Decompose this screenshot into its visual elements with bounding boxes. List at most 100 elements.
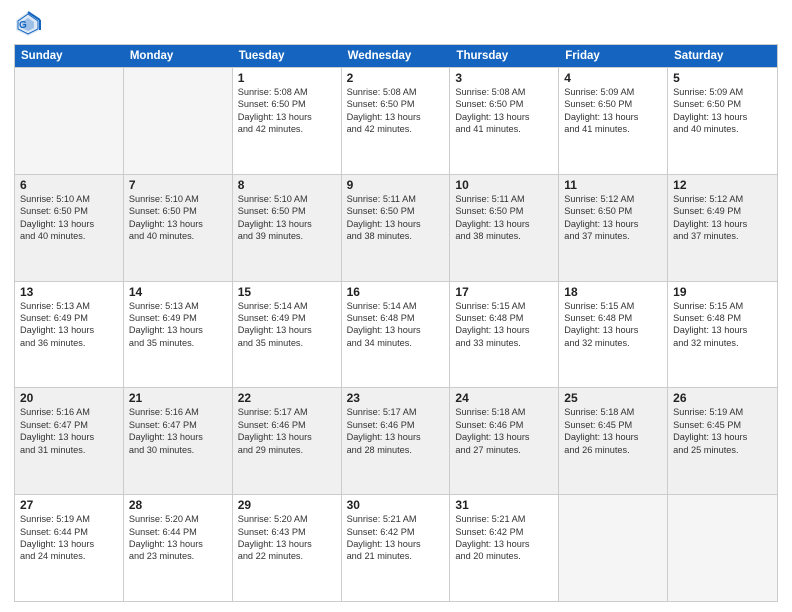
day-number: 11	[564, 178, 662, 192]
week-row-5: 27Sunrise: 5:19 AM Sunset: 6:44 PM Dayli…	[15, 494, 777, 601]
cal-cell	[668, 495, 777, 601]
day-number: 20	[20, 391, 118, 405]
cal-cell: 9Sunrise: 5:11 AM Sunset: 6:50 PM Daylig…	[342, 175, 451, 281]
day-info: Sunrise: 5:16 AM Sunset: 6:47 PM Dayligh…	[129, 406, 227, 456]
day-info: Sunrise: 5:13 AM Sunset: 6:49 PM Dayligh…	[20, 300, 118, 350]
svg-text:G: G	[19, 20, 27, 31]
day-number: 22	[238, 391, 336, 405]
day-number: 17	[455, 285, 553, 299]
calendar-header: SundayMondayTuesdayWednesdayThursdayFrid…	[15, 45, 777, 67]
cal-cell: 25Sunrise: 5:18 AM Sunset: 6:45 PM Dayli…	[559, 388, 668, 494]
calendar-body: 1Sunrise: 5:08 AM Sunset: 6:50 PM Daylig…	[15, 67, 777, 601]
day-info: Sunrise: 5:18 AM Sunset: 6:46 PM Dayligh…	[455, 406, 553, 456]
cal-cell: 8Sunrise: 5:10 AM Sunset: 6:50 PM Daylig…	[233, 175, 342, 281]
logo: G	[14, 10, 44, 38]
day-number: 3	[455, 71, 553, 85]
day-number: 8	[238, 178, 336, 192]
cal-cell	[124, 68, 233, 174]
cal-cell: 6Sunrise: 5:10 AM Sunset: 6:50 PM Daylig…	[15, 175, 124, 281]
cal-cell: 17Sunrise: 5:15 AM Sunset: 6:48 PM Dayli…	[450, 282, 559, 388]
day-info: Sunrise: 5:12 AM Sunset: 6:49 PM Dayligh…	[673, 193, 772, 243]
day-info: Sunrise: 5:20 AM Sunset: 6:44 PM Dayligh…	[129, 513, 227, 563]
day-info: Sunrise: 5:15 AM Sunset: 6:48 PM Dayligh…	[564, 300, 662, 350]
cal-cell: 26Sunrise: 5:19 AM Sunset: 6:45 PM Dayli…	[668, 388, 777, 494]
header-day-saturday: Saturday	[668, 45, 777, 67]
day-info: Sunrise: 5:16 AM Sunset: 6:47 PM Dayligh…	[20, 406, 118, 456]
day-info: Sunrise: 5:08 AM Sunset: 6:50 PM Dayligh…	[347, 86, 445, 136]
day-number: 10	[455, 178, 553, 192]
day-number: 5	[673, 71, 772, 85]
day-info: Sunrise: 5:13 AM Sunset: 6:49 PM Dayligh…	[129, 300, 227, 350]
cal-cell: 12Sunrise: 5:12 AM Sunset: 6:49 PM Dayli…	[668, 175, 777, 281]
week-row-4: 20Sunrise: 5:16 AM Sunset: 6:47 PM Dayli…	[15, 387, 777, 494]
day-info: Sunrise: 5:08 AM Sunset: 6:50 PM Dayligh…	[238, 86, 336, 136]
day-info: Sunrise: 5:21 AM Sunset: 6:42 PM Dayligh…	[455, 513, 553, 563]
day-info: Sunrise: 5:08 AM Sunset: 6:50 PM Dayligh…	[455, 86, 553, 136]
day-number: 23	[347, 391, 445, 405]
header-day-monday: Monday	[124, 45, 233, 67]
day-number: 1	[238, 71, 336, 85]
day-info: Sunrise: 5:09 AM Sunset: 6:50 PM Dayligh…	[564, 86, 662, 136]
header-day-wednesday: Wednesday	[342, 45, 451, 67]
cal-cell: 13Sunrise: 5:13 AM Sunset: 6:49 PM Dayli…	[15, 282, 124, 388]
cal-cell: 10Sunrise: 5:11 AM Sunset: 6:50 PM Dayli…	[450, 175, 559, 281]
cal-cell: 11Sunrise: 5:12 AM Sunset: 6:50 PM Dayli…	[559, 175, 668, 281]
day-info: Sunrise: 5:19 AM Sunset: 6:45 PM Dayligh…	[673, 406, 772, 456]
day-info: Sunrise: 5:11 AM Sunset: 6:50 PM Dayligh…	[455, 193, 553, 243]
cal-cell: 31Sunrise: 5:21 AM Sunset: 6:42 PM Dayli…	[450, 495, 559, 601]
day-info: Sunrise: 5:17 AM Sunset: 6:46 PM Dayligh…	[347, 406, 445, 456]
day-number: 30	[347, 498, 445, 512]
day-info: Sunrise: 5:10 AM Sunset: 6:50 PM Dayligh…	[20, 193, 118, 243]
cal-cell: 18Sunrise: 5:15 AM Sunset: 6:48 PM Dayli…	[559, 282, 668, 388]
day-info: Sunrise: 5:11 AM Sunset: 6:50 PM Dayligh…	[347, 193, 445, 243]
cal-cell: 3Sunrise: 5:08 AM Sunset: 6:50 PM Daylig…	[450, 68, 559, 174]
cal-cell	[15, 68, 124, 174]
header: G	[14, 10, 778, 38]
week-row-2: 6Sunrise: 5:10 AM Sunset: 6:50 PM Daylig…	[15, 174, 777, 281]
cal-cell: 5Sunrise: 5:09 AM Sunset: 6:50 PM Daylig…	[668, 68, 777, 174]
day-number: 18	[564, 285, 662, 299]
day-number: 21	[129, 391, 227, 405]
cal-cell: 19Sunrise: 5:15 AM Sunset: 6:48 PM Dayli…	[668, 282, 777, 388]
day-number: 31	[455, 498, 553, 512]
cal-cell: 14Sunrise: 5:13 AM Sunset: 6:49 PM Dayli…	[124, 282, 233, 388]
cal-cell: 29Sunrise: 5:20 AM Sunset: 6:43 PM Dayli…	[233, 495, 342, 601]
day-number: 9	[347, 178, 445, 192]
cal-cell: 4Sunrise: 5:09 AM Sunset: 6:50 PM Daylig…	[559, 68, 668, 174]
day-info: Sunrise: 5:20 AM Sunset: 6:43 PM Dayligh…	[238, 513, 336, 563]
day-number: 19	[673, 285, 772, 299]
day-number: 4	[564, 71, 662, 85]
week-row-3: 13Sunrise: 5:13 AM Sunset: 6:49 PM Dayli…	[15, 281, 777, 388]
cal-cell: 15Sunrise: 5:14 AM Sunset: 6:49 PM Dayli…	[233, 282, 342, 388]
day-info: Sunrise: 5:09 AM Sunset: 6:50 PM Dayligh…	[673, 86, 772, 136]
day-number: 2	[347, 71, 445, 85]
cal-cell: 7Sunrise: 5:10 AM Sunset: 6:50 PM Daylig…	[124, 175, 233, 281]
cal-cell: 21Sunrise: 5:16 AM Sunset: 6:47 PM Dayli…	[124, 388, 233, 494]
day-number: 29	[238, 498, 336, 512]
day-number: 6	[20, 178, 118, 192]
day-number: 24	[455, 391, 553, 405]
cal-cell: 2Sunrise: 5:08 AM Sunset: 6:50 PM Daylig…	[342, 68, 451, 174]
cal-cell: 1Sunrise: 5:08 AM Sunset: 6:50 PM Daylig…	[233, 68, 342, 174]
day-number: 16	[347, 285, 445, 299]
day-info: Sunrise: 5:21 AM Sunset: 6:42 PM Dayligh…	[347, 513, 445, 563]
header-day-tuesday: Tuesday	[233, 45, 342, 67]
day-info: Sunrise: 5:18 AM Sunset: 6:45 PM Dayligh…	[564, 406, 662, 456]
day-number: 14	[129, 285, 227, 299]
day-info: Sunrise: 5:10 AM Sunset: 6:50 PM Dayligh…	[129, 193, 227, 243]
day-number: 28	[129, 498, 227, 512]
day-info: Sunrise: 5:12 AM Sunset: 6:50 PM Dayligh…	[564, 193, 662, 243]
day-number: 7	[129, 178, 227, 192]
day-info: Sunrise: 5:15 AM Sunset: 6:48 PM Dayligh…	[673, 300, 772, 350]
day-info: Sunrise: 5:19 AM Sunset: 6:44 PM Dayligh…	[20, 513, 118, 563]
day-number: 12	[673, 178, 772, 192]
day-info: Sunrise: 5:10 AM Sunset: 6:50 PM Dayligh…	[238, 193, 336, 243]
cal-cell: 30Sunrise: 5:21 AM Sunset: 6:42 PM Dayli…	[342, 495, 451, 601]
cal-cell: 22Sunrise: 5:17 AM Sunset: 6:46 PM Dayli…	[233, 388, 342, 494]
cal-cell: 27Sunrise: 5:19 AM Sunset: 6:44 PM Dayli…	[15, 495, 124, 601]
calendar: SundayMondayTuesdayWednesdayThursdayFrid…	[14, 44, 778, 602]
cal-cell: 16Sunrise: 5:14 AM Sunset: 6:48 PM Dayli…	[342, 282, 451, 388]
day-number: 15	[238, 285, 336, 299]
week-row-1: 1Sunrise: 5:08 AM Sunset: 6:50 PM Daylig…	[15, 67, 777, 174]
header-day-sunday: Sunday	[15, 45, 124, 67]
